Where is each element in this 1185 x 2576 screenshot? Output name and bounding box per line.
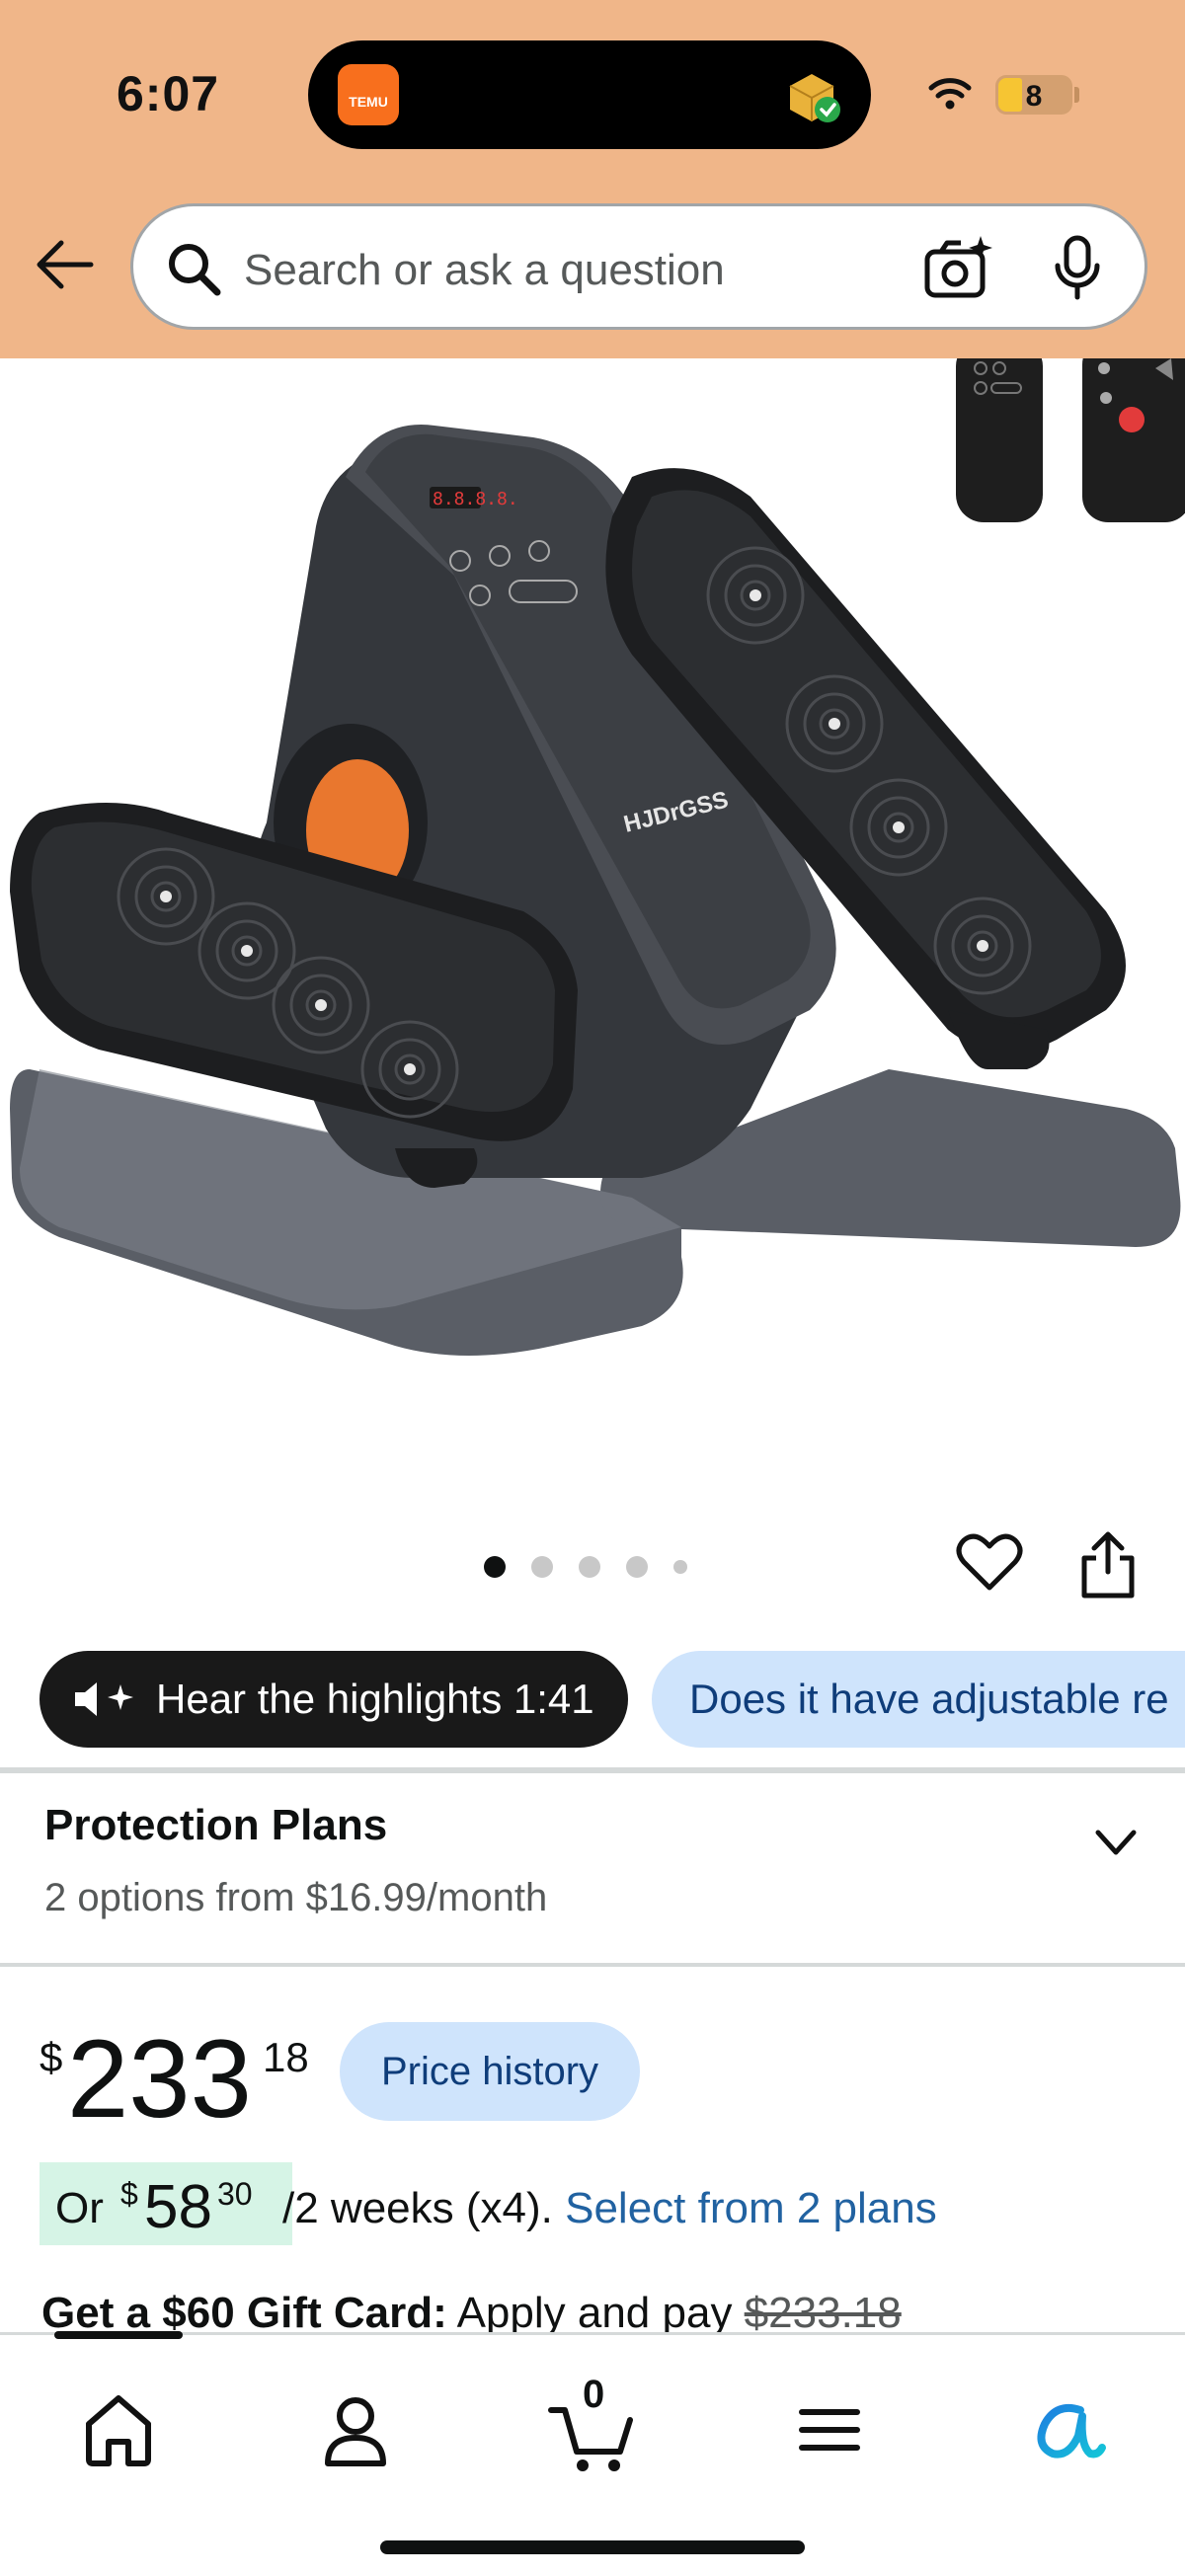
installment-or: Or	[55, 2184, 104, 2232]
cart-count: 0	[583, 2373, 605, 2416]
camera-search-icon[interactable]	[923, 234, 994, 301]
question-chip[interactable]: Does it have adjustable re	[652, 1651, 1185, 1748]
back-arrow-icon[interactable]	[32, 237, 95, 292]
price-history-button[interactable]: Price history	[340, 2022, 640, 2121]
gift-card-strike-price: $233.18	[744, 2289, 902, 2337]
under-desk-elliptical-illustration: 8.8.8.8. HJDrGSS	[10, 358, 1185, 1356]
price-whole: 233	[67, 2017, 252, 2141]
svg-text:8.8.8.8.: 8.8.8.8.	[433, 489, 518, 509]
home-icon[interactable]	[69, 2381, 168, 2479]
protection-plans-title: Protection Plans	[44, 1801, 388, 1849]
cart-button[interactable]: 0	[543, 2373, 642, 2479]
carousel-dot-1[interactable]	[484, 1556, 506, 1578]
app-header: 6:07 TEMU 8 Search or ask a question	[0, 0, 1185, 358]
hear-highlights-chip[interactable]: Hear the highlights 1:41	[40, 1651, 628, 1748]
share-icon[interactable]	[1078, 1530, 1138, 1600]
search-icon	[169, 244, 221, 296]
status-time: 6:07	[117, 66, 220, 121]
battery-level: 8	[1025, 80, 1043, 113]
installment-whole: 58	[144, 2173, 212, 2241]
active-tab-indicator	[54, 2331, 183, 2339]
installment-fraction: 30	[217, 2176, 253, 2212]
price-fraction: 18	[263, 2034, 309, 2080]
installment-offer: Or $ 58 30 /2 weeks (x4). Select from 2 …	[40, 2162, 1175, 2245]
product-image[interactable]: 8.8.8.8. HJDrGSS	[0, 358, 1185, 1484]
installment-terms-line: /2 weeks (x4). Select from 2 plans	[282, 2184, 937, 2233]
microphone-icon[interactable]	[1052, 234, 1103, 301]
search-bar[interactable]: Search or ask a question	[130, 203, 1147, 330]
chevron-down-icon[interactable]	[1090, 1823, 1142, 1862]
hear-highlights-label: Hear the highlights 1:41	[156, 1676, 594, 1722]
menu-icon[interactable]	[780, 2381, 879, 2479]
gift-card-bold: Get a $60 Gift Card:	[41, 2289, 447, 2337]
protection-plans-subtitle: 2 options from $16.99/month	[44, 1876, 548, 1919]
carousel-dot-2[interactable]	[531, 1556, 553, 1578]
dynamic-island: TEMU	[308, 40, 871, 149]
carousel-dot-3[interactable]	[579, 1556, 600, 1578]
installment-highlight: Or $ 58 30	[40, 2162, 292, 2245]
heart-icon[interactable]	[956, 1532, 1023, 1594]
installment-currency: $	[120, 2176, 138, 2212]
image-carousel-dots[interactable]	[484, 1555, 687, 1579]
rufus-icon[interactable]	[1017, 2381, 1116, 2479]
question-chip-label: Does it have adjustable re	[689, 1676, 1169, 1722]
account-icon[interactable]	[306, 2381, 405, 2479]
battery-indicator: 8	[995, 75, 1072, 115]
protection-plans-section[interactable]: Protection Plans 2 options from $16.99/m…	[0, 1773, 1185, 1965]
package-delivered-icon	[789, 74, 840, 122]
temu-app-icon: TEMU	[338, 64, 399, 125]
section-divider	[0, 1963, 1185, 1967]
search-input[interactable]: Search or ask a question	[244, 246, 725, 295]
carousel-dot-4[interactable]	[626, 1556, 648, 1578]
remote-controls-thumbnail	[956, 358, 1185, 522]
gift-card-text: Apply and pay	[456, 2289, 733, 2337]
battery-nub	[1074, 87, 1079, 103]
installment-terms: /2 weeks (x4).	[282, 2184, 553, 2232]
price-currency: $	[40, 2034, 63, 2080]
ai-chips-row: Hear the highlights 1:41 Does it have ad…	[0, 1651, 1185, 1750]
speaker-sparkle-icon	[75, 1682, 133, 1716]
wifi-icon	[928, 78, 972, 110]
select-plans-link[interactable]: Select from 2 plans	[565, 2184, 937, 2232]
bottom-navigation: 0	[0, 2331, 1185, 2576]
home-indicator	[380, 2540, 805, 2554]
carousel-dot-5[interactable]	[673, 1560, 687, 1574]
